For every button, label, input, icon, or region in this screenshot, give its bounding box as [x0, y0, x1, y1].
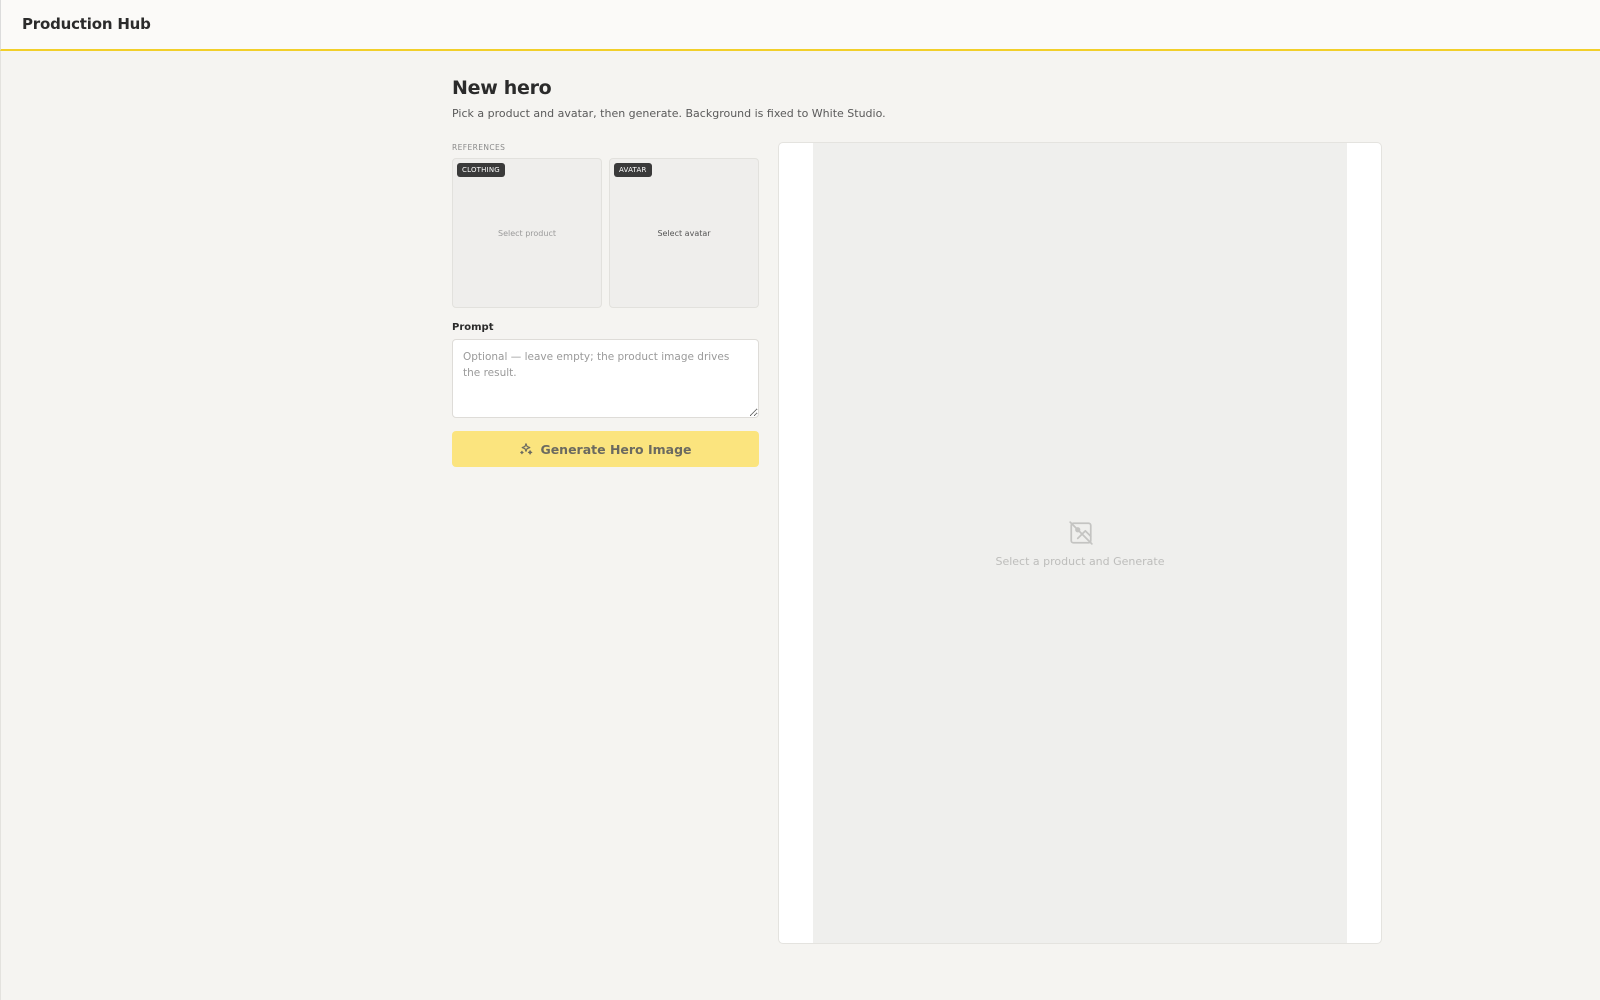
generate-button-label: Generate Hero Image [540, 441, 692, 457]
app-title[interactable]: Production Hub [22, 15, 151, 33]
preview-canvas: Select a product and Generate [813, 143, 1347, 943]
select-avatar-label: Select avatar [657, 229, 711, 238]
references-section-label: REFERENCES [452, 143, 506, 152]
left-edge-divider [0, 51, 1, 1000]
empty-preview-text: Select a product and Generate [995, 555, 1165, 568]
page-title: New hero [452, 77, 552, 99]
preview-panel: Select a product and Generate [778, 142, 1382, 944]
prompt-label: Prompt [452, 322, 494, 333]
generate-hero-image-button[interactable]: Generate Hero Image [452, 431, 759, 467]
prompt-input[interactable] [452, 339, 759, 418]
image-off-icon [1069, 521, 1093, 545]
clothing-badge: CLOTHING [457, 163, 505, 177]
product-reference-card[interactable]: CLOTHING Select product [452, 158, 602, 308]
page-subtitle: Pick a product and avatar, then generate… [452, 107, 886, 120]
top-bar: Production Hub [0, 0, 1600, 51]
avatar-badge: AVATAR [614, 163, 652, 177]
sparkles-icon [520, 443, 533, 455]
avatar-reference-card[interactable]: AVATAR Select avatar [609, 158, 759, 308]
select-product-label: Select product [498, 229, 556, 238]
